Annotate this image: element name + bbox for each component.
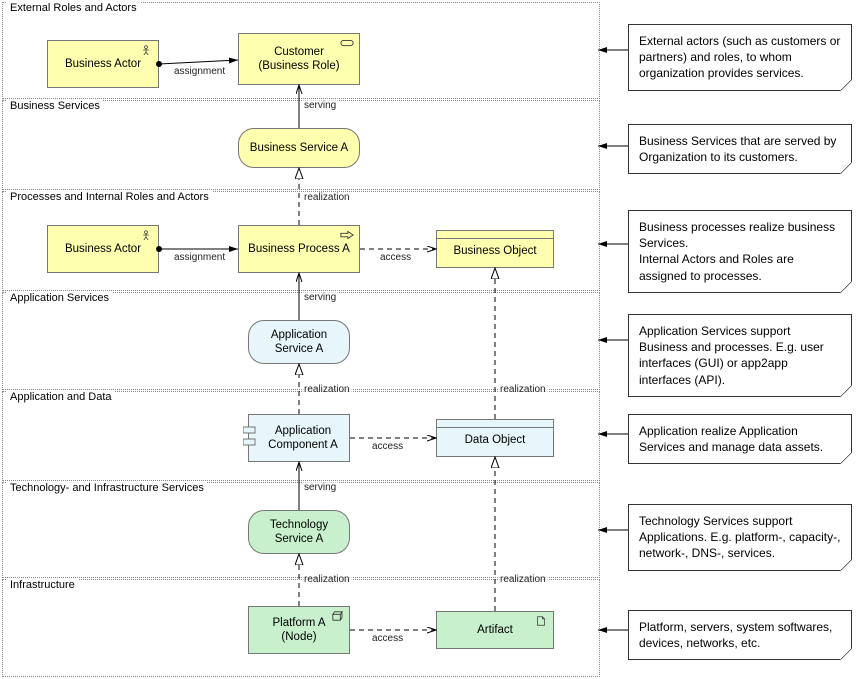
edge-label-serving-2: serving — [302, 292, 338, 303]
annotation-techsvc: Technology Services support Applications… — [628, 504, 852, 571]
annotation-external: External actors (such as customers or pa… — [628, 24, 852, 91]
label: Business Process A — [248, 242, 350, 256]
node-platform: Platform A (Node) — [248, 606, 350, 654]
edge-label-realization-3: realization — [302, 574, 352, 585]
edge-label-realization-do: realization — [498, 384, 548, 395]
annotation-processes: Business processes realize business Serv… — [628, 210, 852, 293]
edge-label-realization-1: realization — [302, 192, 352, 203]
process-arrow-icon — [340, 230, 354, 240]
text: Application realize Application Services… — [639, 424, 823, 454]
edge-label-realization-2: realization — [302, 384, 352, 395]
layer-label-external: External Roles and Actors — [7, 2, 140, 14]
artifact-icon — [534, 616, 548, 626]
node-external-business-actor: Business Actor — [47, 40, 159, 88]
node-application-service: Application Service A — [248, 320, 350, 364]
layer-label-techsvc: Technology- and Infrastructure Services — [7, 482, 207, 494]
text: Application Services support Business an… — [639, 324, 824, 387]
edge-label-access-3: access — [370, 633, 405, 644]
layer-label-appdata: Application and Data — [7, 391, 115, 403]
actor-icon — [139, 45, 153, 55]
edge-label-assignment-2: assignment — [172, 252, 227, 263]
layer-label-appsvc: Application Services — [7, 292, 112, 304]
node-business-object: Business Object — [436, 230, 554, 268]
label: Business Actor — [65, 57, 141, 71]
label: Business Actor — [65, 242, 141, 256]
edge-label-access-1: access — [378, 252, 413, 263]
text: Technology Services support Applications… — [639, 514, 840, 560]
label: Customer (Business Role) — [258, 45, 339, 74]
node-business-process: Business Process A — [238, 225, 360, 273]
layer-label-infra: Infrastructure — [7, 579, 78, 591]
node-icon — [330, 611, 344, 621]
text: Business Services that are served by Org… — [639, 134, 836, 164]
annotation-appsvc: Application Services support Business an… — [628, 314, 852, 397]
edge-label-serving-3: serving — [302, 482, 338, 493]
label: Application Service A — [271, 328, 327, 357]
edge-label-access-2: access — [370, 441, 405, 452]
text: External actors (such as customers or pa… — [639, 34, 840, 80]
actor-icon — [139, 230, 153, 240]
annotation-appdata: Application realize Application Services… — [628, 414, 852, 464]
edge-label-serving-1: serving — [302, 100, 338, 111]
label: Business Service A — [250, 141, 348, 155]
edge-label-assignment-1: assignment — [172, 66, 227, 77]
role-icon — [340, 38, 354, 48]
annotation-infra: Platform, servers, system softwares, dev… — [628, 610, 852, 660]
label: Application Component A — [268, 424, 338, 453]
edge-label-realization-art: realization — [498, 574, 548, 585]
node-customer-role: Customer (Business Role) — [238, 33, 360, 85]
node-data-object: Data Object — [436, 419, 554, 457]
component-icon — [243, 425, 257, 453]
label: Data Object — [465, 433, 526, 447]
node-artifact: Artifact — [436, 611, 554, 649]
node-business-service: Business Service A — [238, 128, 360, 168]
node-internal-business-actor: Business Actor — [47, 225, 159, 273]
node-application-component: Application Component A — [248, 414, 350, 462]
layer-label-processes: Processes and Internal Roles and Actors — [7, 191, 212, 203]
label: Technology Service A — [270, 518, 328, 547]
layer-label-bservices: Business Services — [7, 100, 103, 112]
text: Business processes realize business Serv… — [639, 220, 835, 283]
annotation-bservices: Business Services that are served by Org… — [628, 124, 852, 174]
node-technology-service: Technology Service A — [248, 510, 350, 554]
label: Platform A (Node) — [272, 616, 325, 645]
label: Artifact — [477, 623, 513, 637]
label: Business Object — [453, 244, 536, 258]
text: Platform, servers, system softwares, dev… — [639, 620, 832, 650]
